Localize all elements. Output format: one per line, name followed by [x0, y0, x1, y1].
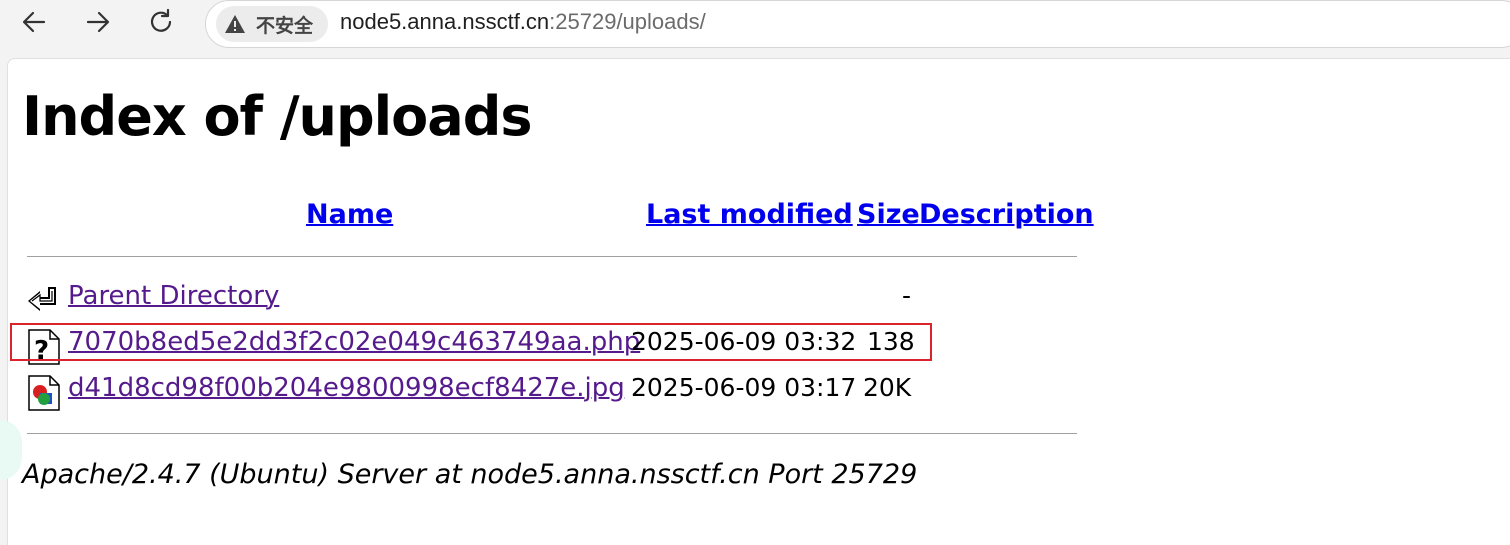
url-path: :25729/uploads/	[549, 9, 706, 34]
arrow-right-icon	[86, 11, 110, 33]
back-button[interactable]	[16, 4, 52, 40]
url-text[interactable]: node5.anna.nssctf.cn:25729/uploads/	[340, 9, 706, 35]
file-size: 138	[867, 327, 915, 356]
file-link-parent[interactable]: Parent Directory	[68, 281, 279, 311]
page-title: Index of /uploads	[22, 85, 532, 148]
warning-icon	[224, 13, 246, 35]
image-file-icon	[26, 375, 62, 411]
svg-text:?: ?	[34, 336, 49, 365]
column-header-last-modified[interactable]: Last modified	[646, 199, 853, 230]
arrow-left-icon	[22, 11, 46, 33]
address-bar[interactable]: 不安全 node5.anna.nssctf.cn:25729/uploads/	[205, 0, 1510, 48]
file-link-php[interactable]: 7070b8ed5e2dd3f2c02e049c463749aa.php	[68, 327, 640, 357]
footer-divider	[27, 433, 1077, 434]
back-icon	[26, 283, 62, 319]
browser-toolbar: 不安全 node5.anna.nssctf.cn:25729/uploads/	[0, 0, 1510, 52]
file-size: 20K	[863, 373, 912, 402]
header-divider	[27, 256, 1077, 257]
reload-icon	[150, 8, 172, 32]
url-host: node5.anna.nssctf.cn	[340, 9, 550, 34]
security-indicator[interactable]: 不安全	[216, 6, 328, 42]
file-date: 2025-06-09 03:17	[631, 373, 857, 402]
column-header-name[interactable]: Name	[306, 199, 393, 230]
forward-button[interactable]	[80, 4, 116, 40]
file-date: 2025-06-09 03:32	[631, 327, 857, 356]
unknown-file-icon: ?	[26, 329, 62, 366]
page-content: Index of /uploads Name Last modified Siz…	[7, 58, 1510, 545]
reload-button[interactable]	[143, 4, 179, 40]
column-header-description[interactable]: Description	[919, 199, 1094, 230]
file-link-jpg[interactable]: d41d8cd98f00b204e9800998ecf8427e.jpg	[68, 373, 625, 403]
security-label: 不安全	[256, 14, 314, 37]
file-size: -	[902, 281, 912, 310]
column-header-size[interactable]: Size	[857, 199, 920, 230]
server-signature: Apache/2.4.7 (Ubuntu) Server at node5.an…	[22, 459, 918, 490]
